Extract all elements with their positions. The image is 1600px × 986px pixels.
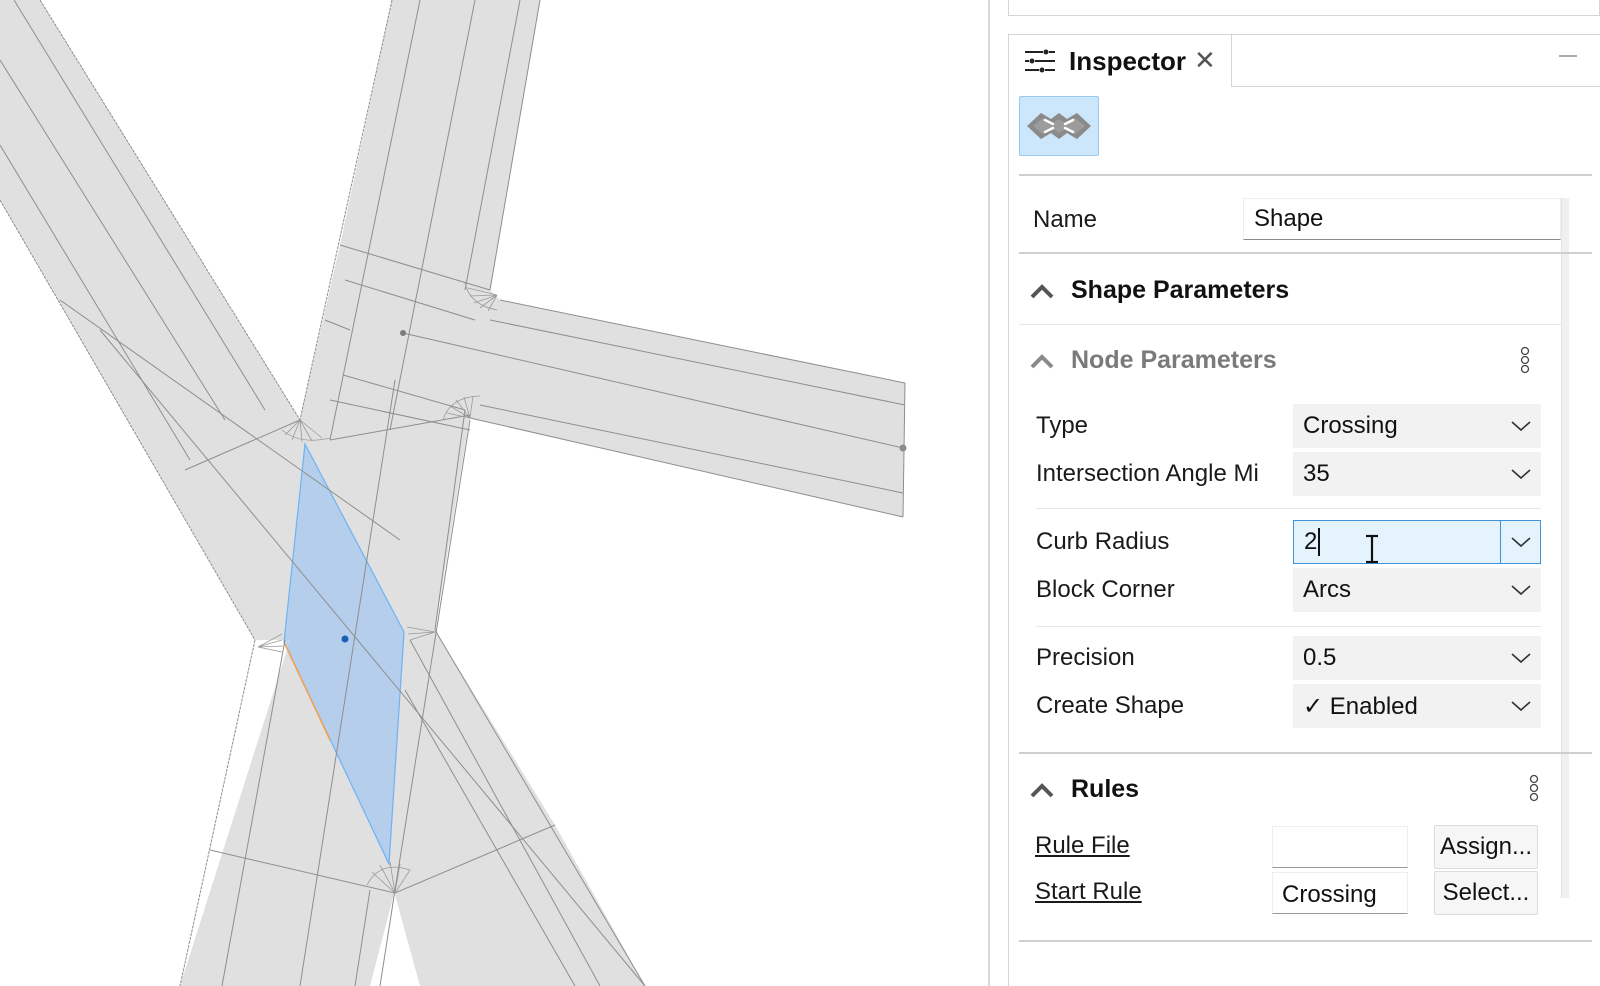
panel-splitter[interactable]	[988, 0, 990, 986]
select-button[interactable]: Select...	[1434, 871, 1538, 915]
graph-node[interactable]	[400, 330, 406, 336]
graph-node-end[interactable]	[899, 444, 907, 452]
block-corner-value: Arcs	[1303, 576, 1351, 603]
section-title: Shape Parameters	[1071, 276, 1290, 304]
tab-strip-empty	[1231, 35, 1600, 87]
rule-file-link[interactable]: Rule File	[1035, 832, 1130, 860]
divider	[1019, 174, 1592, 176]
scrollbar[interactable]	[1561, 198, 1569, 898]
more-options-icon[interactable]	[1519, 346, 1531, 374]
section-rules[interactable]: Rules	[1029, 775, 1139, 804]
inspector-panel: Inspector ✕ Name Shape Shape Parameters …	[1008, 34, 1600, 986]
create-shape-dropdown[interactable]: ✓ Enabled	[1293, 684, 1541, 728]
text-caret	[1318, 528, 1321, 557]
chevron-down-icon	[1501, 684, 1541, 728]
start-rule-field[interactable]: Crossing	[1272, 872, 1408, 914]
more-options-icon[interactable]	[1528, 774, 1540, 802]
start-rule-link[interactable]: Start Rule	[1035, 878, 1142, 906]
chevron-down-icon[interactable]	[1500, 520, 1540, 564]
assign-button[interactable]: Assign...	[1434, 825, 1538, 869]
section-title: Rules	[1071, 775, 1140, 803]
param-label-type: Type	[1036, 412, 1089, 439]
sliders-icon	[1025, 49, 1055, 73]
ibeam-cursor-icon	[1366, 534, 1378, 563]
tab-inspector[interactable]: Inspector ✕	[1009, 35, 1231, 87]
minimize-icon[interactable]	[1559, 55, 1577, 57]
crossing-intersection-icon	[1027, 113, 1091, 139]
param-label-intersection-angle: Intersection Angle Mi	[1036, 460, 1259, 487]
divider	[1019, 252, 1592, 254]
shape-type-button[interactable]	[1019, 96, 1099, 156]
type-dropdown[interactable]: Crossing	[1293, 404, 1541, 448]
3d-viewport[interactable]	[0, 0, 988, 986]
section-title: Node Parameters	[1071, 346, 1277, 374]
section-shape-parameters[interactable]: Shape Parameters	[1029, 276, 1289, 305]
intersection-angle-value: 35	[1303, 460, 1330, 487]
rule-file-field[interactable]	[1272, 826, 1408, 868]
divider	[1019, 324, 1561, 325]
center-node[interactable]	[341, 635, 349, 643]
chevron-up-icon	[1030, 283, 1054, 298]
close-icon[interactable]: ✕	[1194, 48, 1216, 74]
chevron-down-icon	[1501, 568, 1541, 612]
tab-title: Inspector	[1069, 45, 1187, 76]
type-value: Crossing	[1303, 412, 1398, 439]
block-corner-dropdown[interactable]: Arcs	[1293, 568, 1541, 612]
intersection-angle-dropdown[interactable]: 35	[1293, 452, 1541, 496]
precision-value: 0.5	[1303, 644, 1337, 671]
divider	[1019, 940, 1592, 942]
road-network-scene[interactable]	[0, 0, 988, 986]
name-label: Name	[1033, 206, 1098, 233]
curb-radius-value-wrap: 2	[1294, 527, 1500, 563]
create-shape-value: ✓ Enabled	[1303, 692, 1418, 720]
curb-radius-value: 2	[1304, 527, 1318, 555]
tab-strip: Inspector ✕	[1009, 34, 1600, 87]
param-label-block-corner: Block Corner	[1036, 576, 1175, 603]
precision-dropdown[interactable]: 0.5	[1293, 636, 1541, 680]
divider	[1019, 752, 1592, 754]
divider	[1036, 626, 1541, 627]
chevron-down-icon	[1501, 636, 1541, 680]
divider	[1036, 508, 1541, 509]
upper-panel-edge	[1008, 0, 1600, 16]
param-label-create-shape: Create Shape	[1036, 692, 1185, 719]
name-input[interactable]: Shape	[1243, 198, 1561, 240]
chevron-down-icon	[1501, 452, 1541, 496]
chevron-up-icon	[1030, 782, 1054, 797]
road-surfaces	[0, 0, 905, 986]
chevron-up-icon	[1030, 353, 1054, 368]
chevron-down-icon	[1501, 404, 1541, 448]
curb-radius-input[interactable]: 2	[1293, 520, 1541, 564]
section-node-parameters[interactable]: Node Parameters	[1029, 346, 1277, 375]
param-label-precision: Precision	[1036, 644, 1135, 671]
param-label-curb-radius: Curb Radius	[1036, 528, 1170, 555]
